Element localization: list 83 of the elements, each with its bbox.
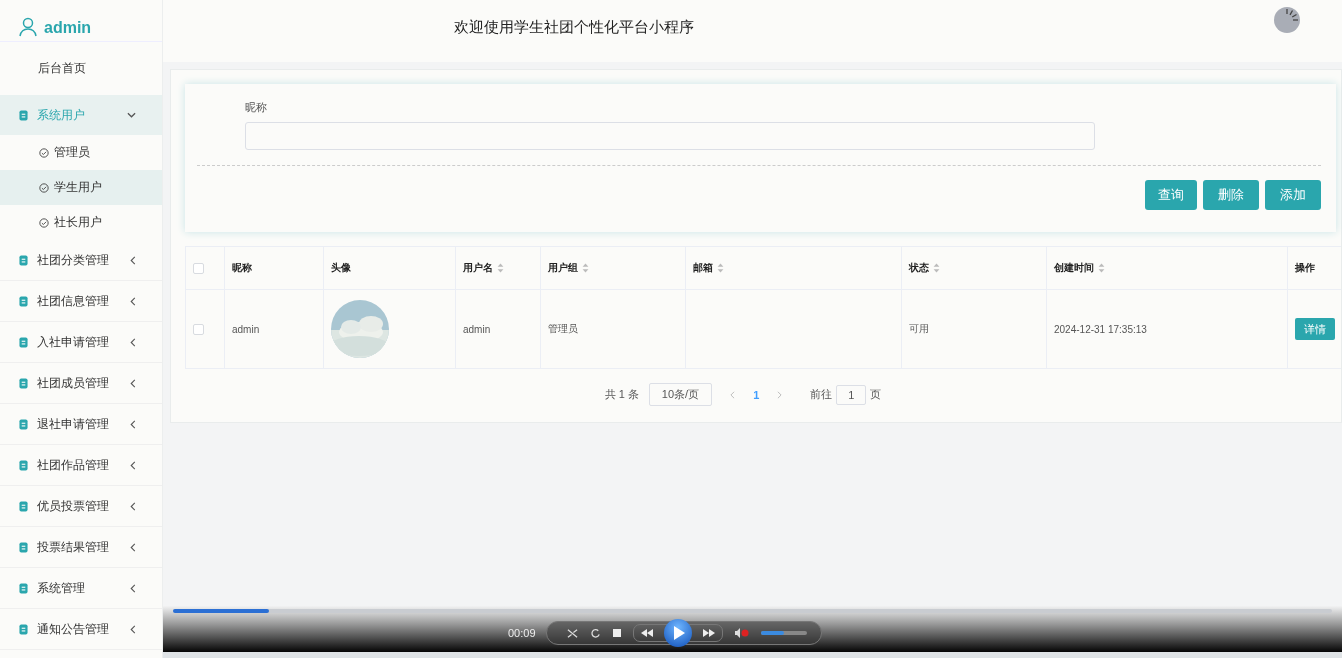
sidebar-item[interactable]: 系统管理 bbox=[0, 568, 162, 609]
next-page-icon[interactable] bbox=[777, 390, 783, 399]
check-circle-icon bbox=[39, 182, 49, 193]
document-icon bbox=[19, 295, 28, 307]
chevron-left-icon bbox=[130, 624, 136, 634]
check-circle-icon bbox=[39, 217, 49, 228]
page-suffix: 页 bbox=[870, 387, 882, 402]
chevron-left-icon bbox=[130, 501, 136, 511]
table-cell: 管理员 bbox=[548, 322, 578, 336]
sidebar-item[interactable]: 社团作品管理 bbox=[0, 445, 162, 486]
sidebar-item[interactable]: 投票结果管理 bbox=[0, 527, 162, 568]
chevron-down-icon bbox=[127, 112, 136, 118]
document-icon bbox=[19, 377, 28, 389]
column-header: 头像 bbox=[331, 261, 351, 275]
user-name: admin bbox=[44, 19, 92, 37]
prev-page-icon[interactable] bbox=[730, 390, 736, 399]
column-header: 操作 bbox=[1295, 261, 1315, 275]
document-icon bbox=[19, 254, 28, 266]
total-count: 共 1 条 bbox=[604, 387, 639, 402]
document-icon bbox=[19, 336, 28, 348]
check-circle-icon bbox=[39, 147, 49, 158]
sidebar-item[interactable]: 社团成员管理 bbox=[0, 363, 162, 404]
table-cell: 可用 bbox=[909, 322, 929, 336]
goto-label: 前往 bbox=[810, 387, 833, 402]
document-icon bbox=[19, 623, 28, 635]
row-checkbox[interactable] bbox=[193, 323, 204, 335]
column-header[interactable]: 用户组 bbox=[548, 261, 578, 275]
sidebar-item[interactable]: 社团信息管理 bbox=[0, 281, 162, 322]
sort-icon[interactable] bbox=[497, 263, 504, 273]
fast-forward-icon[interactable] bbox=[701, 629, 716, 637]
table-cell: admin bbox=[463, 323, 491, 335]
column-header[interactable]: 创建时间 bbox=[1054, 261, 1094, 275]
document-icon bbox=[19, 500, 28, 512]
spinner-icon bbox=[1274, 7, 1300, 33]
repeat-icon[interactable] bbox=[589, 627, 601, 639]
chevron-left-icon bbox=[130, 378, 136, 388]
rewind-icon[interactable] bbox=[639, 629, 654, 637]
sort-icon[interactable] bbox=[933, 263, 940, 273]
play-icon bbox=[672, 626, 685, 640]
document-icon bbox=[19, 541, 28, 553]
sort-icon[interactable] bbox=[1098, 263, 1105, 273]
sidebar-item[interactable]: 入社申请管理 bbox=[0, 322, 162, 363]
chevron-left-icon bbox=[130, 583, 136, 593]
sidebar-item[interactable]: 退社申请管理 bbox=[0, 404, 162, 445]
table-cell: admin bbox=[232, 323, 260, 335]
sort-icon[interactable] bbox=[717, 263, 724, 273]
select-all-checkbox[interactable] bbox=[193, 262, 204, 274]
shuffle-icon[interactable] bbox=[566, 627, 578, 639]
nickname-input[interactable] bbox=[245, 122, 1095, 150]
field-label: 昵称 bbox=[245, 100, 268, 115]
table-cell: 2024-12-31 17:35:13 bbox=[1054, 323, 1147, 335]
sidebar-item[interactable]: 后台首页 bbox=[0, 42, 162, 95]
stop-button[interactable] bbox=[612, 629, 621, 637]
chevron-left-icon bbox=[130, 296, 136, 306]
document-icon bbox=[19, 109, 28, 121]
seek-bar[interactable] bbox=[173, 609, 1332, 613]
sidebar-item[interactable]: 通知公告管理 bbox=[0, 609, 162, 650]
volume-slider[interactable] bbox=[760, 631, 807, 635]
chevron-left-icon bbox=[130, 419, 136, 429]
play-button[interactable] bbox=[663, 619, 692, 647]
chevron-left-icon bbox=[130, 542, 136, 552]
submenu-item[interactable]: 学生用户 bbox=[0, 170, 162, 205]
document-icon bbox=[19, 418, 28, 430]
submenu-item[interactable]: 社长用户 bbox=[0, 205, 162, 240]
page-size-select[interactable]: 10条/页 bbox=[648, 383, 713, 406]
page-title: 欢迎使用学生社团个性化平台小程序 bbox=[454, 17, 694, 37]
sort-icon[interactable] bbox=[582, 263, 589, 273]
column-header[interactable]: 邮箱 bbox=[693, 261, 713, 275]
goto-page-input[interactable]: 1 bbox=[836, 384, 867, 405]
chevron-left-icon bbox=[130, 460, 136, 470]
sidebar-item[interactable]: 社团分类管理 bbox=[0, 240, 162, 281]
chevron-left-icon bbox=[130, 255, 136, 265]
document-icon bbox=[19, 582, 28, 594]
sidebar-item[interactable]: 优员投票管理 bbox=[0, 486, 162, 527]
user-icon bbox=[18, 17, 38, 37]
submenu-item[interactable]: 管理员 bbox=[0, 135, 162, 170]
column-header[interactable]: 状态 bbox=[909, 261, 929, 275]
document-icon bbox=[19, 459, 28, 471]
chevron-left-icon bbox=[130, 337, 136, 347]
column-header[interactable]: 用户名 bbox=[463, 261, 493, 275]
column-header: 昵称 bbox=[232, 261, 252, 275]
playback-time: 00:09 bbox=[508, 627, 536, 639]
mute-icon[interactable] bbox=[734, 628, 749, 638]
